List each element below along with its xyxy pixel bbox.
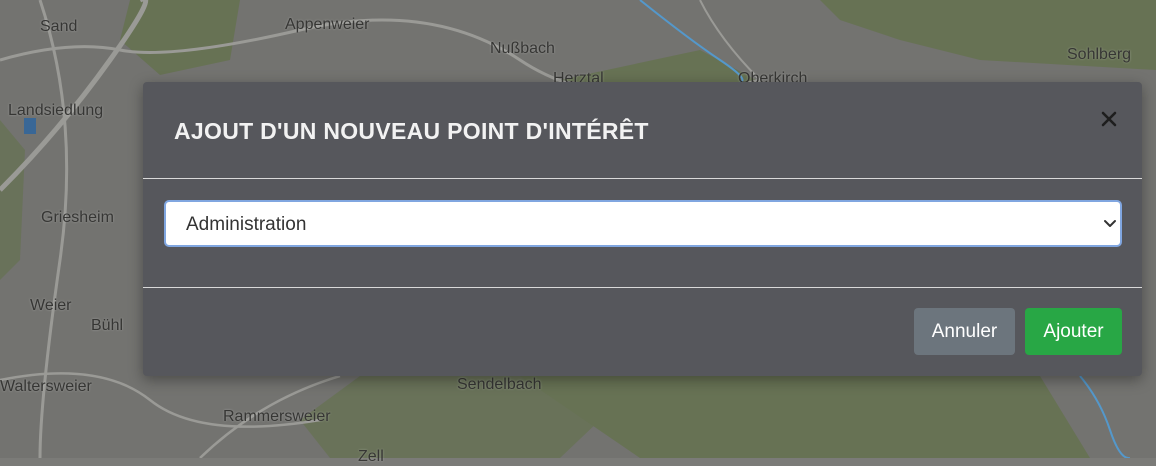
close-icon <box>1101 111 1117 127</box>
modal-body: Administration <box>143 179 1142 288</box>
close-button[interactable] <box>1098 108 1120 130</box>
select-value: Administration <box>186 214 307 235</box>
chevron-down-icon <box>1104 220 1116 227</box>
cancel-button[interactable]: Annuler <box>914 308 1015 355</box>
modal-footer: Annuler Ajouter <box>143 288 1142 375</box>
add-poi-modal: AJOUT D'UN NOUVEAU POINT D'INTÉRÊT Admin… <box>143 82 1142 376</box>
poi-type-select[interactable]: Administration <box>164 200 1122 247</box>
modal-header: AJOUT D'UN NOUVEAU POINT D'INTÉRÊT <box>143 82 1142 179</box>
add-button[interactable]: Ajouter <box>1025 308 1122 355</box>
modal-title: AJOUT D'UN NOUVEAU POINT D'INTÉRÊT <box>174 118 649 144</box>
